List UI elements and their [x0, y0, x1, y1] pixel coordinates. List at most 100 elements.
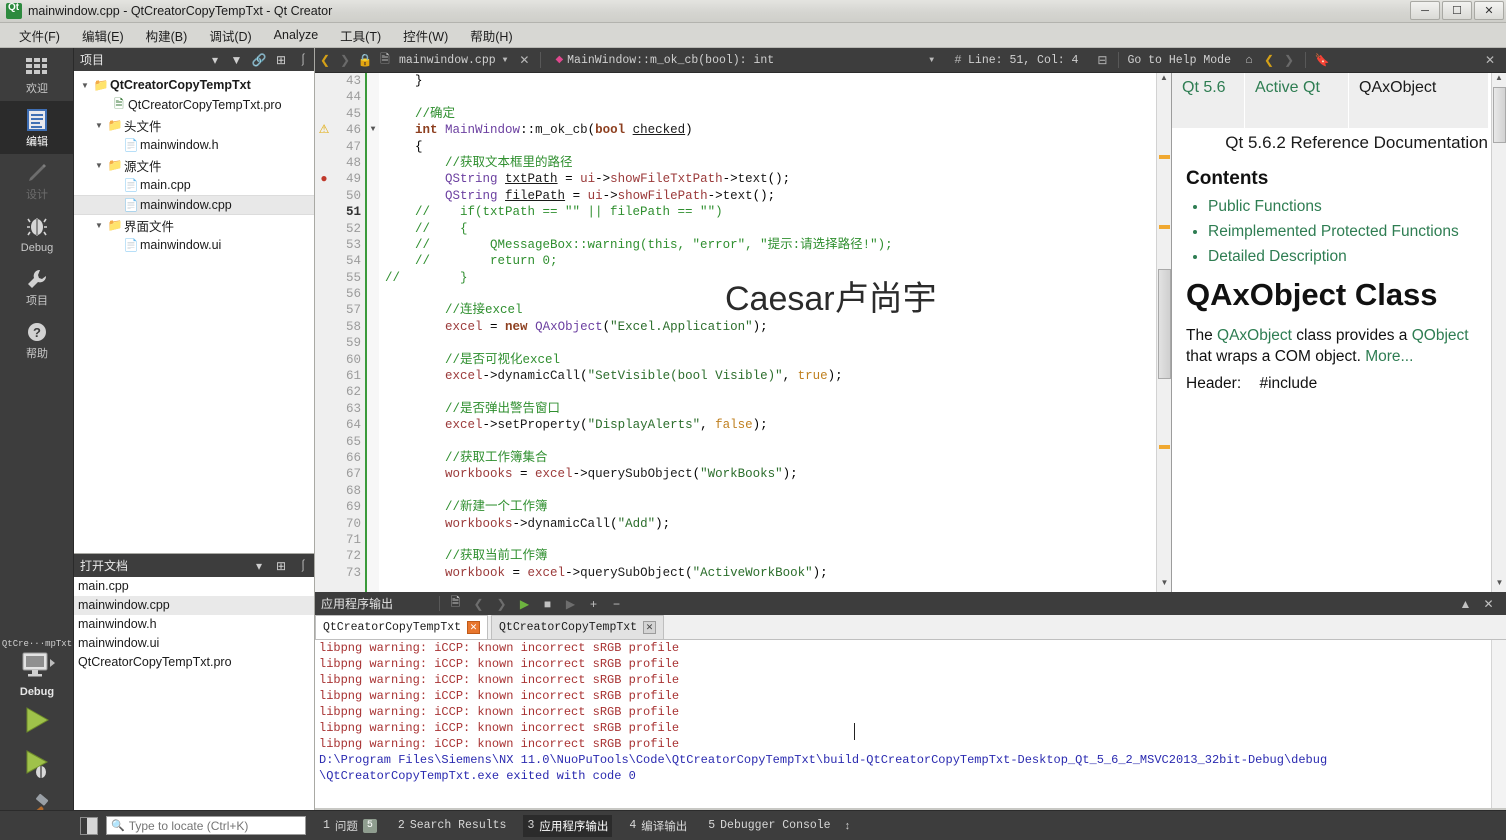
- marker-slot[interactable]: [315, 139, 333, 155]
- menu-widgets[interactable]: 控件(W): [392, 23, 459, 48]
- code-line[interactable]: //获取文本框里的路径: [385, 155, 1171, 171]
- code-line[interactable]: [385, 384, 1171, 400]
- code-line[interactable]: excel = new QAxObject("Excel.Application…: [385, 319, 1171, 335]
- marker-slot[interactable]: [315, 368, 333, 384]
- marker-slot[interactable]: [315, 286, 333, 302]
- fold-toggle-icon[interactable]: ▼: [367, 122, 379, 138]
- help-scroll-down-arrow-icon[interactable]: ▼: [1492, 578, 1506, 592]
- status-tab-problems[interactable]: 1 问题 5: [319, 815, 381, 837]
- prev-item-icon[interactable]: ❮: [467, 593, 490, 615]
- zoom-in-icon[interactable]: +: [582, 593, 605, 615]
- marker-slot[interactable]: [315, 188, 333, 204]
- code-folding-column[interactable]: ▼: [367, 73, 379, 592]
- close-icon[interactable]: ✕: [467, 621, 481, 634]
- mode-edit[interactable]: 编辑: [0, 101, 74, 154]
- tree-item-headers-folder[interactable]: ▼ 📁 头文件: [74, 115, 314, 135]
- marker-slot[interactable]: [315, 221, 333, 237]
- menu-build[interactable]: 构建(B): [135, 23, 199, 48]
- status-tab-search-results[interactable]: 2 Search Results: [394, 816, 511, 835]
- marker-slot[interactable]: [315, 335, 333, 351]
- search-input[interactable]: [128, 818, 299, 833]
- code-line[interactable]: //获取工作簿集合: [385, 450, 1171, 466]
- code-line[interactable]: int MainWindow::m_ok_cb(bool checked): [385, 122, 1171, 138]
- help-scrollbar-thumb[interactable]: [1493, 87, 1506, 143]
- code-line[interactable]: [385, 434, 1171, 450]
- split-icon[interactable]: ⊞: [270, 50, 292, 70]
- breadcrumb-qaxobject[interactable]: QAxObject: [1349, 73, 1489, 128]
- marker-slot[interactable]: [315, 253, 333, 269]
- code-line[interactable]: }: [385, 73, 1171, 89]
- code-line[interactable]: //是否弹出警告窗口: [385, 401, 1171, 417]
- scroll-up-arrow-icon[interactable]: ▲: [1157, 73, 1171, 87]
- updown-arrows-icon[interactable]: ↕: [845, 820, 851, 832]
- tree-item-sources-folder[interactable]: ▼ 📁 源文件: [74, 155, 314, 175]
- symbol-chevron-down-icon[interactable]: ▼: [929, 56, 934, 65]
- code-line[interactable]: //获取当前工作簿: [385, 548, 1171, 564]
- open-in-editor-icon[interactable]: 🗎: [444, 593, 467, 615]
- link-sync-icon[interactable]: 🔗: [248, 50, 270, 70]
- menu-tools[interactable]: 工具(T): [329, 23, 392, 48]
- marker-slot[interactable]: [315, 352, 333, 368]
- open-doc-pro-file[interactable]: QtCreatorCopyTempTxt.pro: [74, 653, 314, 672]
- open-doc-mainwindow-ui[interactable]: mainwindow.ui: [74, 634, 314, 653]
- code-line[interactable]: workbook = excel->querySubObject("Active…: [385, 565, 1171, 581]
- marker-slot[interactable]: [315, 499, 333, 515]
- code-line[interactable]: excel->setProperty("DisplayAlerts", fals…: [385, 417, 1171, 433]
- menu-debug[interactable]: 调试(D): [198, 23, 262, 48]
- kit-selector-button[interactable]: [0, 650, 74, 685]
- code-line[interactable]: [385, 335, 1171, 351]
- marker-slot[interactable]: [315, 401, 333, 417]
- code-line[interactable]: QString filePath = ui->showFilePath->tex…: [385, 188, 1171, 204]
- code-line[interactable]: //确定: [385, 106, 1171, 122]
- line-col-indicator[interactable]: Line: 51, Col: 4: [968, 54, 1078, 67]
- output-tab-2[interactable]: QtCreatorCopyTempTxt ✕: [491, 615, 665, 639]
- code-line[interactable]: //连接excel: [385, 302, 1171, 318]
- marker-slot[interactable]: [315, 548, 333, 564]
- editor-scrollbar[interactable]: ▲ ▼: [1156, 73, 1171, 592]
- status-tab-debugger-console[interactable]: 5 Debugger Console: [704, 816, 834, 835]
- scroll-down-arrow-icon[interactable]: ▼: [1157, 578, 1171, 592]
- tree-item-mainwindow-cpp[interactable]: 📄 mainwindow.cpp: [74, 195, 314, 215]
- expand-arrow-icon[interactable]: ▼: [78, 81, 92, 90]
- zoom-out-icon[interactable]: −: [605, 593, 628, 615]
- code-line[interactable]: // {: [385, 221, 1171, 237]
- close-file-icon[interactable]: ✕: [514, 53, 534, 68]
- code-line[interactable]: QString txtPath = ui->showFileTxtPath->t…: [385, 171, 1171, 187]
- menu-help[interactable]: 帮助(H): [459, 23, 523, 48]
- close-panel-icon[interactable]: ⎰: [292, 50, 314, 70]
- marker-slot[interactable]: [315, 106, 333, 122]
- status-tab-compile-output[interactable]: 4 编译输出: [625, 815, 691, 837]
- code-line[interactable]: [385, 286, 1171, 302]
- expand-arrow-icon[interactable]: ▼: [92, 161, 106, 170]
- marker-slot[interactable]: [315, 237, 333, 253]
- minimize-button[interactable]: ─: [1410, 1, 1440, 20]
- mode-welcome[interactable]: 欢迎: [0, 48, 74, 101]
- marker-slot[interactable]: [315, 483, 333, 499]
- link-qaxobject[interactable]: QAxObject: [1217, 327, 1292, 344]
- code-line[interactable]: //新建一个工作簿: [385, 499, 1171, 515]
- code-line[interactable]: [385, 532, 1171, 548]
- maximize-button[interactable]: ☐: [1442, 1, 1472, 20]
- link-more[interactable]: More...: [1365, 348, 1413, 365]
- output-scrollbar[interactable]: [1491, 640, 1506, 808]
- close-panel-icon[interactable]: ⎰: [292, 556, 314, 576]
- help-scroll-up-arrow-icon[interactable]: ▲: [1492, 73, 1506, 87]
- tree-item-mainwindow-h[interactable]: 📄 mainwindow.h: [74, 135, 314, 155]
- marker-slot[interactable]: [315, 466, 333, 482]
- contents-link-public-functions[interactable]: Public Functions: [1208, 196, 1488, 217]
- chevron-down-icon[interactable]: ▾: [204, 50, 226, 70]
- code-line[interactable]: // }: [385, 270, 1171, 286]
- mode-projects[interactable]: 项目: [0, 260, 74, 313]
- help-back-icon[interactable]: ❮: [1259, 53, 1279, 68]
- contents-link-reimplemented[interactable]: Reimplemented Protected Functions: [1208, 221, 1488, 242]
- start-debugging-button[interactable]: [0, 742, 74, 786]
- chevron-down-icon[interactable]: ▼: [503, 56, 508, 65]
- expand-arrow-icon[interactable]: ▼: [92, 221, 106, 230]
- next-item-icon[interactable]: ❯: [490, 593, 513, 615]
- marker-slot[interactable]: [315, 89, 333, 105]
- run-button[interactable]: [0, 698, 74, 742]
- editor-marks-column[interactable]: ⚠ ●: [315, 73, 333, 592]
- code-line[interactable]: [385, 89, 1171, 105]
- tree-item-mainwindow-ui[interactable]: 📄 mainwindow.ui: [74, 235, 314, 255]
- marker-slot[interactable]: [315, 270, 333, 286]
